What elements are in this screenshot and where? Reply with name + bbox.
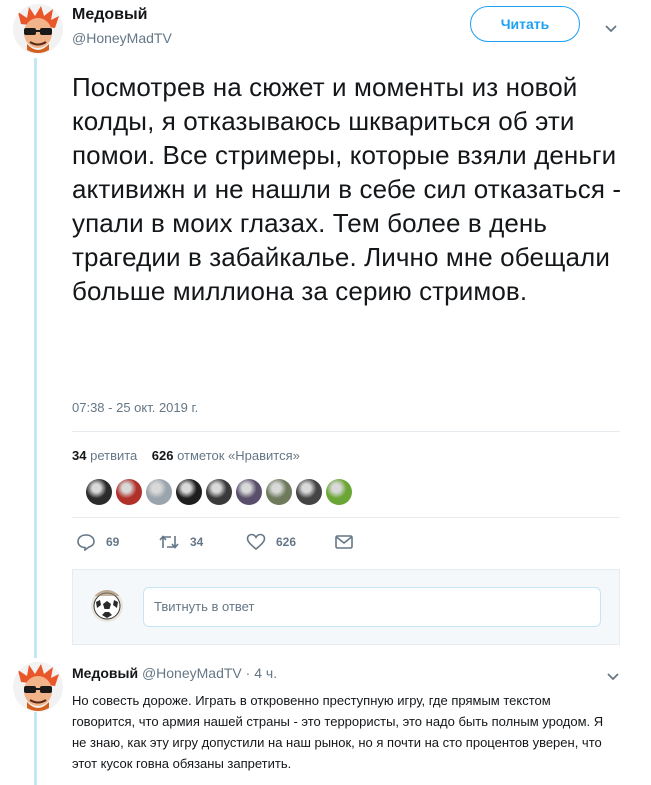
reply-handle[interactable]: @HoneyMadTV bbox=[142, 665, 242, 681]
liker-avatar[interactable] bbox=[146, 479, 172, 505]
liker-avatar[interactable] bbox=[236, 479, 262, 505]
tweet-actions: 69 34 626 bbox=[76, 533, 354, 551]
follow-button[interactable]: Читать bbox=[470, 6, 580, 42]
reply-input[interactable]: Твитнуть в ответ bbox=[143, 587, 601, 627]
chevron-down-icon[interactable] bbox=[604, 22, 618, 36]
liker-avatar[interactable] bbox=[116, 479, 142, 505]
liker-avatar[interactable] bbox=[326, 479, 352, 505]
liker-avatar[interactable] bbox=[206, 479, 232, 505]
avatar[interactable] bbox=[13, 4, 63, 54]
tweet-text: Посмотрев на сюжет и моменты из новой ко… bbox=[72, 72, 622, 306]
retweet-label[interactable]: ретвита bbox=[90, 448, 137, 463]
current-user-avatar bbox=[91, 590, 123, 622]
reply-display-name[interactable]: Медовый bbox=[72, 665, 138, 681]
handle[interactable]: @HoneyMadTV bbox=[72, 30, 172, 46]
tweet-stats: 34 ретвита 626 отметок «Нравится» bbox=[72, 448, 300, 463]
reply-action[interactable]: 69 bbox=[76, 533, 158, 551]
liker-avatar[interactable] bbox=[86, 479, 112, 505]
like-action-count: 626 bbox=[276, 535, 297, 549]
reply-count: 69 bbox=[106, 535, 120, 549]
reply-separator: · bbox=[241, 665, 255, 681]
thread-line bbox=[34, 58, 37, 658]
direct-message-action[interactable] bbox=[334, 534, 354, 550]
thread-line bbox=[34, 712, 37, 785]
reply-text: Но совесть дороже. Играть в откровенно п… bbox=[72, 693, 604, 771]
reply-header: Медовый @HoneyMadTV · 4 ч. bbox=[72, 665, 277, 681]
like-action[interactable]: 626 bbox=[246, 533, 334, 551]
retweet-action-count: 34 bbox=[190, 535, 204, 549]
display-name[interactable]: Медовый bbox=[72, 6, 148, 24]
divider bbox=[72, 517, 620, 518]
chevron-down-icon[interactable] bbox=[606, 670, 620, 684]
retweet-action[interactable]: 34 bbox=[158, 534, 246, 550]
reply-avatar[interactable] bbox=[13, 662, 63, 712]
liker-avatar[interactable] bbox=[266, 479, 292, 505]
envelope-icon bbox=[335, 535, 353, 549]
heart-icon bbox=[246, 533, 266, 551]
tweet-timestamp[interactable]: 07:38 - 25 окт. 2019 г. bbox=[72, 400, 198, 415]
liker-avatar[interactable] bbox=[296, 479, 322, 505]
like-label[interactable]: отметок «Нравится» bbox=[177, 448, 300, 463]
divider bbox=[72, 431, 620, 432]
reply-icon bbox=[77, 534, 95, 551]
retweet-count[interactable]: 34 bbox=[72, 448, 86, 463]
retweet-icon bbox=[159, 535, 179, 549]
like-count[interactable]: 626 bbox=[152, 448, 174, 463]
liker-avatar[interactable] bbox=[176, 479, 202, 505]
reply-time[interactable]: 4 ч. bbox=[254, 665, 277, 681]
likers-avatars bbox=[86, 479, 352, 505]
